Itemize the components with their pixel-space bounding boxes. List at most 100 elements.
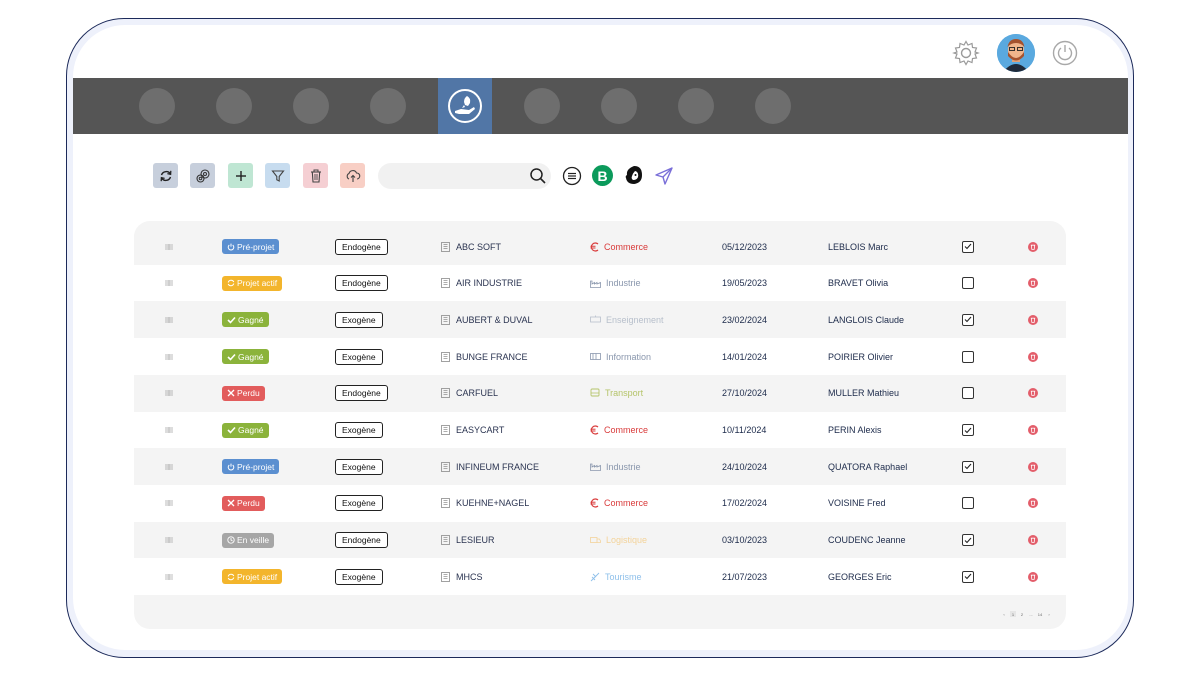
nav-item-1[interactable] bbox=[139, 88, 175, 124]
row-checkbox[interactable] bbox=[962, 424, 974, 436]
delete-row-button[interactable] bbox=[1028, 461, 1038, 472]
nav-item-3[interactable] bbox=[293, 88, 329, 124]
status-badge[interactable]: Gagné bbox=[222, 312, 269, 328]
row-handle-icon[interactable] bbox=[164, 558, 174, 595]
row-handle-icon[interactable] bbox=[164, 448, 174, 485]
filter-button[interactable] bbox=[265, 163, 290, 188]
status-badge[interactable]: Pré-projet bbox=[222, 459, 280, 475]
delete-row-button[interactable] bbox=[1028, 498, 1038, 509]
company-cell[interactable]: AUBERT & DUVAL bbox=[441, 301, 533, 338]
row-checkbox[interactable] bbox=[962, 570, 974, 583]
delete-row-button[interactable] bbox=[1028, 535, 1038, 546]
table-row[interactable]: Gagné Exogène EASYCART Commerce 10/11/2024 PE… bbox=[134, 411, 1066, 449]
power-icon[interactable] bbox=[1049, 37, 1081, 69]
row-handle-icon[interactable] bbox=[164, 338, 174, 375]
page-link[interactable]: 2 bbox=[1019, 611, 1025, 617]
origin-tag[interactable]: Endogène bbox=[335, 532, 388, 549]
list-view-button[interactable] bbox=[562, 166, 582, 186]
company-cell[interactable]: MHCS bbox=[441, 558, 483, 595]
settings-button[interactable] bbox=[190, 163, 215, 188]
status-badge[interactable]: Perdu bbox=[222, 385, 265, 401]
row-checkbox[interactable] bbox=[962, 240, 974, 253]
nav-item-2[interactable] bbox=[216, 88, 252, 124]
gear-icon[interactable] bbox=[950, 37, 982, 69]
delete-button[interactable] bbox=[303, 163, 328, 188]
page-link[interactable]: › bbox=[1046, 611, 1052, 617]
origin-tag[interactable]: Exogène bbox=[335, 348, 383, 365]
origin-tag[interactable]: Exogène bbox=[335, 458, 383, 475]
company-cell[interactable]: LESIEUR bbox=[441, 522, 495, 559]
table-row[interactable]: Pré-projet Exogène INFINEUM FRANCE Industri… bbox=[134, 448, 1066, 486]
row-checkbox[interactable] bbox=[962, 277, 974, 290]
row-checkbox[interactable] bbox=[962, 497, 974, 510]
status-badge[interactable]: Projet actif bbox=[222, 275, 283, 291]
row-handle-icon[interactable] bbox=[164, 412, 174, 449]
nav-item-7[interactable] bbox=[601, 88, 637, 124]
row-handle-icon[interactable] bbox=[164, 228, 174, 265]
status-badge[interactable]: Gagné bbox=[222, 349, 269, 365]
nav-item-9[interactable] bbox=[755, 88, 791, 124]
status-badge[interactable]: Perdu bbox=[222, 495, 265, 511]
table-row[interactable]: Perdu Exogène KUEHNE+NAGEL Commerce 17/02/20… bbox=[134, 484, 1066, 522]
row-handle-icon[interactable] bbox=[164, 485, 174, 522]
company-cell[interactable]: ABC SOFT bbox=[441, 228, 501, 265]
page-link[interactable]: ... bbox=[1028, 611, 1034, 617]
delete-row-button[interactable] bbox=[1028, 425, 1038, 435]
table-row[interactable]: Pré-projet Endogène ABC SOFT Commerce 05/12/… bbox=[134, 228, 1066, 265]
delete-row-button[interactable] bbox=[1028, 278, 1038, 289]
add-button[interactable] bbox=[228, 163, 253, 188]
send-button[interactable] bbox=[654, 166, 674, 186]
row-handle-icon[interactable] bbox=[164, 301, 174, 338]
row-checkbox[interactable] bbox=[962, 534, 974, 547]
row-handle-icon[interactable] bbox=[164, 265, 174, 302]
avatar[interactable] bbox=[997, 34, 1035, 72]
company-cell[interactable]: AIR INDUSTRIE bbox=[441, 265, 522, 302]
nav-item-4[interactable] bbox=[370, 88, 406, 124]
row-handle-icon[interactable] bbox=[164, 375, 174, 412]
company-cell[interactable]: KUEHNE+NAGEL bbox=[441, 485, 529, 522]
status-badge[interactable]: Pré-projet bbox=[222, 239, 280, 254]
row-checkbox[interactable] bbox=[962, 350, 974, 363]
origin-tag[interactable]: Exogène bbox=[335, 422, 383, 438]
nav-item-8[interactable] bbox=[678, 88, 714, 124]
upload-button[interactable] bbox=[340, 163, 365, 188]
refresh-button[interactable] bbox=[153, 163, 178, 188]
page-link[interactable]: ‹ bbox=[1001, 611, 1007, 617]
delete-row-button[interactable] bbox=[1028, 571, 1038, 582]
search-icon[interactable] bbox=[529, 167, 547, 185]
table-row[interactable]: En veille Endogène LESIEUR Logistique 03/10/… bbox=[134, 521, 1066, 559]
origin-tag[interactable]: Endogène bbox=[335, 275, 388, 292]
table-row[interactable]: Gagné Exogène AUBERT & DUVAL Enseignement 23… bbox=[134, 301, 1066, 339]
mailchimp-button[interactable] bbox=[623, 164, 645, 186]
origin-tag[interactable]: Exogène bbox=[335, 311, 383, 328]
origin-tag[interactable]: Endogène bbox=[335, 385, 388, 402]
row-checkbox[interactable] bbox=[962, 387, 974, 400]
brevo-button[interactable]: B bbox=[592, 165, 613, 186]
nav-item-active[interactable] bbox=[438, 78, 492, 134]
delete-row-button[interactable] bbox=[1028, 351, 1038, 362]
page-link[interactable]: 1 bbox=[1010, 611, 1016, 617]
origin-tag[interactable]: Endogène bbox=[335, 238, 388, 255]
origin-tag[interactable]: Exogène bbox=[335, 495, 383, 512]
nav-item-6[interactable] bbox=[524, 88, 560, 124]
delete-row-button[interactable] bbox=[1028, 241, 1038, 252]
company-cell[interactable]: INFINEUM FRANCE bbox=[441, 448, 539, 485]
table-row[interactable]: Projet actif Endogène AIR INDUSTRIE Industr… bbox=[134, 264, 1066, 302]
table-row[interactable]: Projet actif Exogène MHCS Tourisme 21/07/202… bbox=[134, 558, 1066, 596]
row-handle-icon[interactable] bbox=[164, 522, 174, 559]
row-checkbox[interactable] bbox=[962, 313, 974, 326]
delete-row-button[interactable] bbox=[1028, 388, 1038, 399]
table-row[interactable]: Perdu Endogène CARFUEL Transport 27/10/2024 M… bbox=[134, 374, 1066, 412]
table-row[interactable]: Gagné Exogène BUNGE FRANCE Information 14/01… bbox=[134, 338, 1066, 376]
search-input[interactable] bbox=[388, 167, 522, 187]
status-badge[interactable]: Gagné bbox=[222, 422, 269, 438]
company-cell[interactable]: BUNGE FRANCE bbox=[441, 338, 528, 375]
origin-tag[interactable]: Exogène bbox=[335, 568, 383, 585]
row-checkbox[interactable] bbox=[962, 460, 974, 473]
company-cell[interactable]: EASYCART bbox=[441, 412, 504, 449]
search-bar[interactable] bbox=[378, 163, 551, 189]
company-cell[interactable]: CARFUEL bbox=[441, 375, 498, 412]
status-badge[interactable]: En veille bbox=[222, 532, 275, 548]
status-badge[interactable]: Projet actif bbox=[222, 569, 283, 585]
delete-row-button[interactable] bbox=[1028, 314, 1038, 325]
